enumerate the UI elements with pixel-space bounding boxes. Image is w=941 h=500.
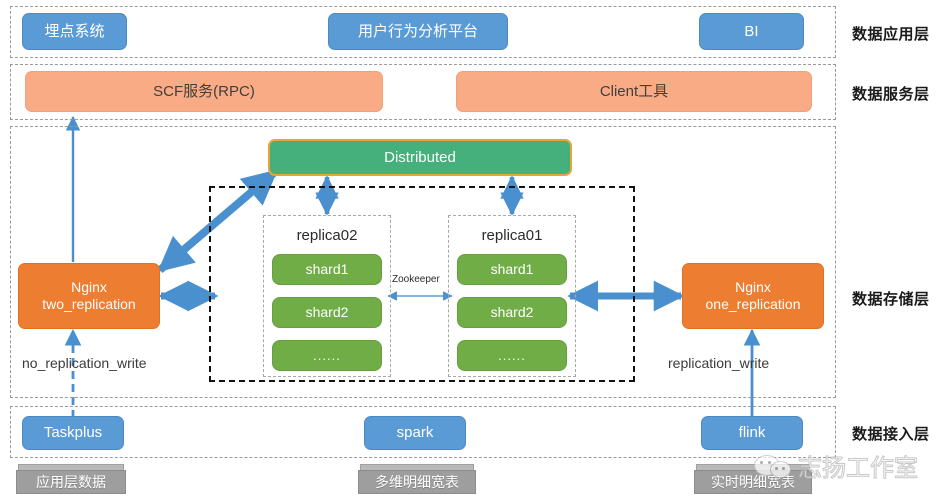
shard-replica01-shard2[interactable]: shard2 (457, 297, 567, 328)
layer-label-app: 数据应用层 (852, 26, 930, 43)
architecture-diagram: 数据应用层 埋点系统 用户行为分析平台 BI 数据服务层 SCF服务(RPC) … (0, 0, 941, 500)
storage-node-nginx-two-replication[interactable]: Nginx two_replication (18, 263, 160, 329)
source-table-label: 实时明细宽表 (694, 470, 812, 494)
storage-node-distributed[interactable]: Distributed (268, 139, 572, 176)
layer-label-service: 数据服务层 (852, 86, 930, 103)
edge-label-zookeeper: Zookeeper (392, 274, 440, 285)
shard-replica02-more[interactable]: ...... (272, 340, 382, 371)
shard-replica01-more[interactable]: ...... (457, 340, 567, 371)
edge-label-no-replication-write: no_replication_write (22, 355, 147, 371)
service-node-scf-rpc[interactable]: SCF服务(RPC) (25, 71, 383, 112)
source-table-app-data[interactable]: 应用层数据 (16, 464, 126, 494)
ingest-node-taskplus[interactable]: Taskplus (22, 416, 124, 450)
replica-title-replica01: replica01 (481, 227, 543, 244)
source-table-label: 多维明细宽表 (358, 470, 476, 494)
shard-replica01-shard1[interactable]: shard1 (457, 254, 567, 285)
source-table-label: 应用层数据 (16, 470, 126, 494)
shard-replica02-shard1[interactable]: shard1 (272, 254, 382, 285)
layer-label-storage: 数据存储层 (852, 291, 930, 308)
replica-title-replica02: replica02 (296, 227, 358, 244)
ingest-node-flink[interactable]: flink (701, 416, 803, 450)
layer-label-ingest: 数据接入层 (852, 426, 930, 443)
shard-replica02-shard2[interactable]: shard2 (272, 297, 382, 328)
source-table-realtime-wide[interactable]: 实时明细宽表 (694, 464, 812, 494)
app-node-user-behavior-platform[interactable]: 用户行为分析平台 (328, 13, 508, 50)
service-node-client-tool[interactable]: Client工具 (456, 71, 812, 112)
ingest-node-spark[interactable]: spark (364, 416, 466, 450)
storage-node-nginx-one-replication[interactable]: Nginx one_replication (682, 263, 824, 329)
app-node-bi[interactable]: BI (699, 13, 804, 50)
app-node-tracking-system[interactable]: 埋点系统 (22, 13, 127, 50)
edge-label-replication-write: replication_write (668, 355, 770, 371)
source-table-multidim-wide[interactable]: 多维明细宽表 (358, 464, 476, 494)
